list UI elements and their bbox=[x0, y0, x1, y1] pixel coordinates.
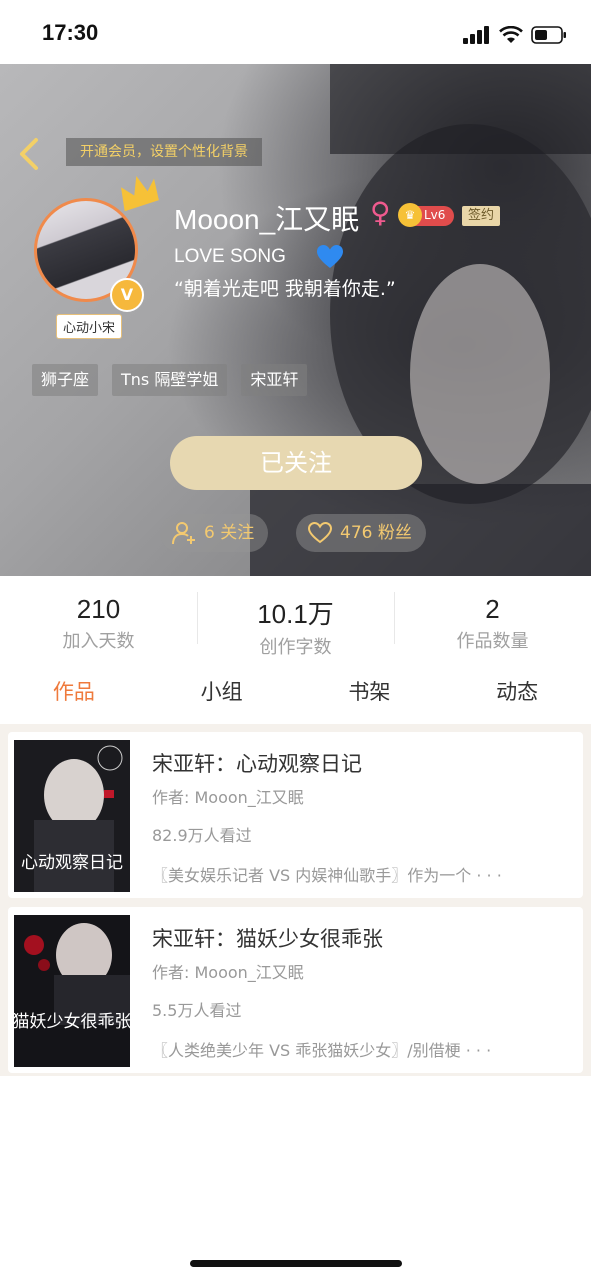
home-indicator[interactable] bbox=[190, 1260, 402, 1267]
level-text: Lv6 bbox=[424, 208, 446, 222]
work-author: 作者: Mooon_江又眠 bbox=[152, 788, 304, 807]
tab-works[interactable]: 作品 bbox=[0, 664, 148, 722]
following-button[interactable]: 6 关注 bbox=[160, 514, 269, 552]
profile-header: 开通会员，设置个性化背景 V 心动小宋 Mooon_江又眠 ♀ ♛ Lv6 签约… bbox=[0, 64, 591, 576]
vip-background-hint[interactable]: 开通会员，设置个性化背景 bbox=[66, 138, 262, 166]
work-author: 作者: Mooon_江又眠 bbox=[152, 963, 304, 982]
level-badge[interactable]: ♛ Lv6 bbox=[398, 203, 454, 227]
cover-title-text: 心动观察日记 bbox=[21, 853, 123, 873]
wifi-icon bbox=[499, 26, 523, 43]
book-cover-image: 猫妖少女很乖张 bbox=[14, 915, 130, 1067]
tag-item[interactable]: 狮子座 bbox=[32, 364, 99, 396]
book-cover[interactable]: 心动观察日记 bbox=[14, 740, 130, 892]
tab-bar: 作品 小组 书架 动态 bbox=[0, 664, 591, 722]
female-icon: ♀ bbox=[370, 196, 391, 229]
stat-label: 作品数量 bbox=[456, 631, 529, 652]
bio-line-1: LOVE SONG bbox=[174, 246, 286, 267]
work-views: 82.9万人看过 bbox=[152, 826, 252, 845]
status-icons bbox=[463, 24, 567, 46]
tab-activity[interactable]: 动态 bbox=[443, 664, 591, 722]
stat-value: 10.1万 bbox=[257, 599, 334, 629]
tab-groups[interactable]: 小组 bbox=[148, 664, 296, 722]
tag-list: 狮子座 Tns 隔壁学姐 宋亚轩 bbox=[32, 364, 308, 396]
stat-join-days: 210 加入天数 bbox=[0, 576, 197, 658]
tag-item[interactable]: Tns 隔壁学姐 bbox=[112, 364, 228, 396]
status-bar: 17:30 bbox=[0, 0, 591, 64]
stat-works-count: 2 作品数量 bbox=[394, 576, 591, 658]
username: Mooon_江又眠 bbox=[174, 204, 360, 235]
stat-label: 创作字数 bbox=[259, 637, 332, 658]
work-card[interactable]: 猫妖少女很乖张 宋亚轩：猫妖少女很乖张 作者: Mooon_江又眠 5.5万人看… bbox=[8, 907, 583, 1073]
verified-badge: V bbox=[110, 278, 144, 312]
book-cover-image: 心动观察日记 bbox=[14, 740, 130, 892]
fans-button[interactable]: 476 粉丝 bbox=[296, 514, 426, 552]
book-cover[interactable]: 猫妖少女很乖张 bbox=[14, 915, 130, 1067]
stat-value: 2 bbox=[485, 594, 500, 624]
cover-title-text: 猫妖少女很乖张 bbox=[14, 1012, 130, 1032]
tab-bookshelf[interactable]: 书架 bbox=[296, 664, 444, 722]
work-views: 5.5万人看过 bbox=[152, 1001, 242, 1020]
bio-line-2: “朝着光走吧 我朝着你走.” bbox=[174, 278, 396, 300]
work-card[interactable]: 心动观察日记 宋亚轩：心动观察日记 作者: Mooon_江又眠 82.9万人看过… bbox=[8, 732, 583, 898]
stat-label: 加入天数 bbox=[62, 631, 135, 652]
work-title[interactable]: 宋亚轩：猫妖少女很乖张 bbox=[152, 923, 383, 953]
stats-row: 210 加入天数 10.1万 创作字数 2 作品数量 bbox=[0, 576, 591, 658]
follow-button[interactable]: 已关注 bbox=[170, 436, 422, 490]
heart-outline-icon bbox=[308, 522, 332, 544]
signal-icon bbox=[463, 26, 489, 44]
fans-count: 476 粉丝 bbox=[340, 523, 412, 543]
signed-badge: 签约 bbox=[462, 206, 501, 226]
avatar-tag: 心动小宋 bbox=[56, 314, 123, 339]
crown-icon bbox=[121, 175, 159, 212]
level-crown-icon: ♛ bbox=[398, 203, 422, 227]
chevron-left-icon bbox=[20, 138, 38, 170]
tag-item[interactable]: 宋亚轩 bbox=[241, 364, 308, 396]
work-title[interactable]: 宋亚轩：心动观察日记 bbox=[152, 748, 362, 778]
blue-heart-icon bbox=[317, 245, 343, 268]
work-description: 〖美女娱乐记者 VS 内娱神仙歌手〗作为一个 · · · bbox=[152, 866, 502, 885]
stat-value: 210 bbox=[76, 594, 121, 624]
back-button[interactable] bbox=[14, 136, 44, 172]
status-time: 17:30 bbox=[42, 20, 99, 45]
battery-icon bbox=[531, 26, 566, 44]
following-count: 6 关注 bbox=[204, 523, 255, 543]
add-user-icon bbox=[172, 522, 195, 545]
work-description: 〖人类绝美少年 VS 乖张猫妖少女〗/别借梗 · · · bbox=[152, 1041, 492, 1060]
stat-word-count: 10.1万 创作字数 bbox=[197, 576, 394, 658]
works-list: 心动观察日记 宋亚轩：心动观察日记 作者: Mooon_江又眠 82.9万人看过… bbox=[0, 724, 591, 1076]
